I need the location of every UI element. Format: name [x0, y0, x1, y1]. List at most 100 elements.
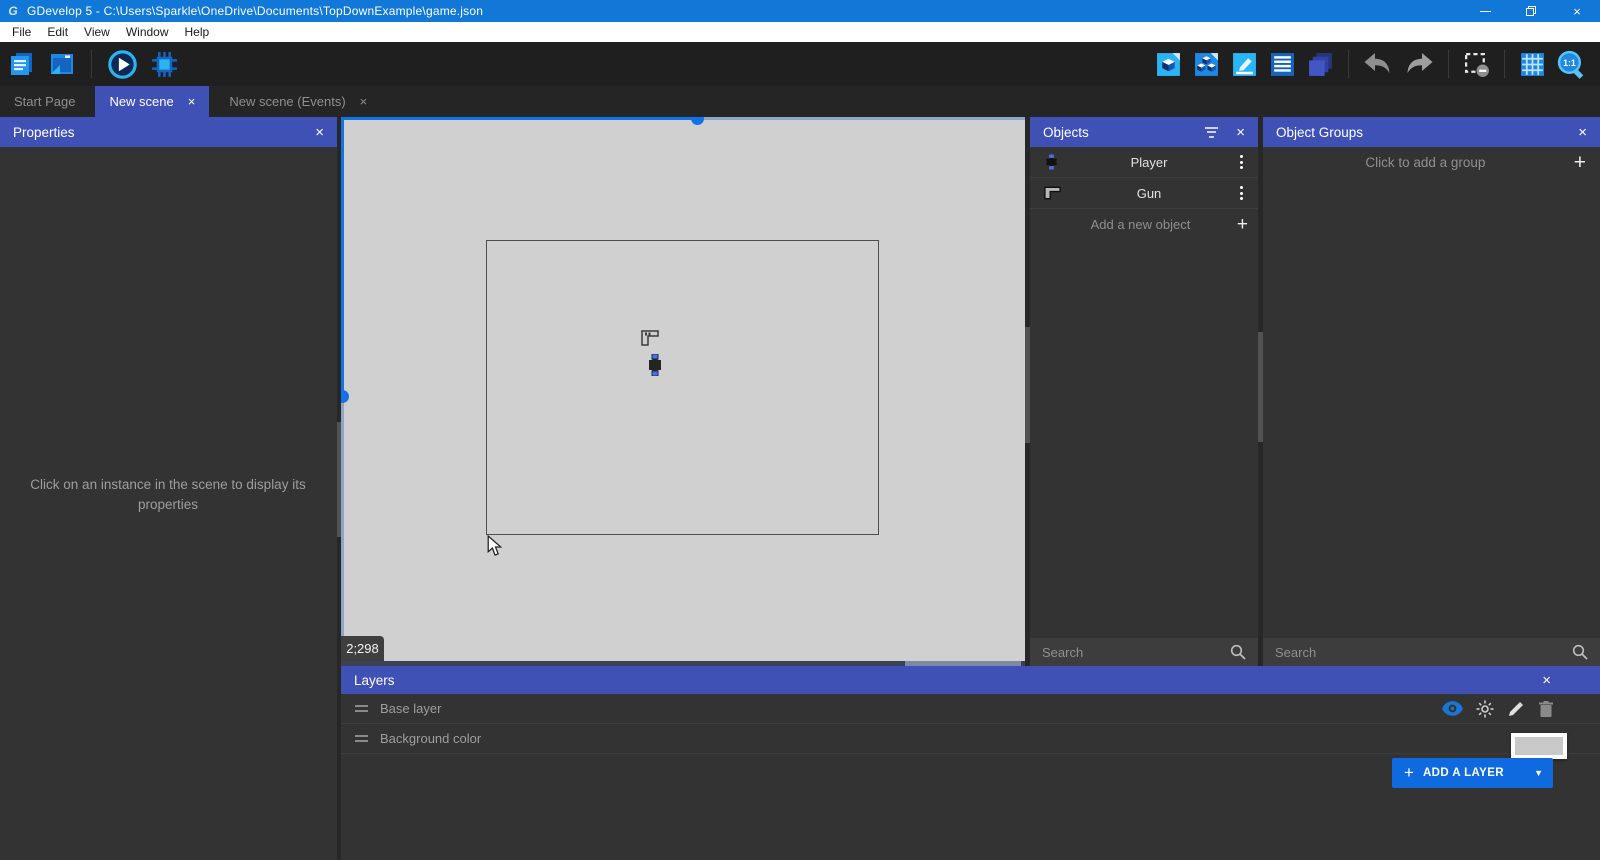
layer-name: Base layer	[380, 701, 442, 716]
minimize-button[interactable]	[1462, 0, 1508, 22]
window-title: GDevelop 5 - C:\Users\Sparkle\OneDrive\D…	[27, 4, 484, 18]
tab-bar: Start Page New scene × New scene (Events…	[0, 86, 1600, 117]
zoom-1-1-icon[interactable]: 1:1	[1557, 50, 1586, 79]
gdevelop-window: G GDevelop 5 - C:\Users\Sparkle\OneDrive…	[0, 0, 1600, 860]
layer-row-base[interactable]: Base layer	[341, 694, 1600, 724]
add-group-row[interactable]: Click to add a group +	[1263, 147, 1600, 178]
layers-panel: Layers × Base layer Background color + A…	[341, 666, 1600, 860]
deselect-instances-icon[interactable]	[1463, 51, 1490, 78]
object-name: Gun	[1136, 185, 1162, 201]
properties-panel-title: Properties	[13, 124, 75, 140]
drag-handle-icon[interactable]	[355, 705, 368, 712]
canvas-scroll-handle-top[interactable]	[691, 117, 704, 125]
layer-effects-icon[interactable]	[1476, 700, 1494, 718]
svg-text:1:1: 1:1	[1563, 57, 1576, 67]
tab-label: New scene (Events)	[229, 94, 346, 109]
menu-help[interactable]: Help	[177, 22, 218, 42]
restore-button[interactable]	[1508, 0, 1554, 22]
close-button[interactable]: ×	[1554, 0, 1600, 22]
properties-icon[interactable]	[1231, 51, 1258, 78]
instances-list-icon[interactable]	[1269, 51, 1296, 78]
toolbar-right-group: 1:1	[1155, 50, 1600, 79]
caret-down-icon[interactable]: ▼	[1534, 768, 1543, 778]
object-name: Player	[1130, 154, 1168, 170]
add-object-label: Add a new object	[1090, 217, 1191, 232]
layer-delete-icon[interactable]	[1538, 700, 1554, 718]
preview-icon[interactable]	[107, 49, 138, 80]
tab-label: Start Page	[14, 94, 76, 109]
objects-editor-icon[interactable]	[1155, 51, 1182, 78]
toolbar-separator	[1348, 50, 1349, 78]
canvas-scroll-line-left-rest	[341, 396, 344, 666]
toolbar: 1:1	[0, 42, 1600, 86]
toolbar-separator	[1448, 50, 1449, 78]
menu-window[interactable]: Window	[118, 22, 177, 42]
redo-icon[interactable]	[1404, 52, 1434, 77]
project-manager-icon[interactable]	[8, 50, 36, 78]
layers-panel-header: Layers ×	[341, 666, 1600, 694]
more-options-icon[interactable]	[1234, 155, 1248, 169]
object-row-player[interactable]: Player	[1030, 147, 1258, 178]
add-layer-button[interactable]: + ADD A LAYER ▼	[1392, 758, 1553, 788]
menu-file[interactable]: File	[4, 22, 39, 42]
gun-instance[interactable]	[641, 330, 659, 351]
canvas-scroll-line-top-rest	[697, 117, 1025, 120]
drag-handle-icon[interactable]	[355, 735, 368, 742]
more-options-icon[interactable]	[1234, 186, 1248, 200]
add-new-object-row[interactable]: Add a new object +	[1030, 209, 1258, 240]
player-instance[interactable]	[647, 353, 663, 381]
properties-panel-header: Properties ×	[0, 117, 337, 147]
search-icon	[1230, 644, 1246, 660]
object-groups-panel-header: Object Groups ×	[1263, 117, 1600, 147]
background-color-swatch[interactable]	[1511, 733, 1567, 759]
layers-toolbar-icon[interactable]	[1307, 51, 1334, 78]
filter-icon[interactable]	[1205, 126, 1219, 138]
object-groups-search-input[interactable]	[1275, 644, 1572, 660]
tab-new-scene[interactable]: New scene ×	[95, 86, 210, 117]
plus-icon: +	[1573, 151, 1586, 174]
toolbar-separator	[1504, 50, 1505, 78]
tab-close-icon[interactable]: ×	[360, 94, 368, 109]
tab-new-scene-events[interactable]: New scene (Events) ×	[215, 86, 381, 117]
objects-close-icon[interactable]: ×	[1236, 125, 1245, 140]
debug-icon[interactable]	[150, 50, 179, 79]
cursor-coordinates-badge: 2;298	[341, 636, 384, 661]
layer-actions	[1442, 700, 1600, 718]
tab-start-page[interactable]: Start Page	[0, 86, 89, 117]
menu-view[interactable]: View	[76, 22, 118, 42]
title-bar: G GDevelop 5 - C:\Users\Sparkle\OneDrive…	[0, 0, 1600, 22]
canvas-scroll-handle-left[interactable]	[341, 390, 349, 403]
properties-panel: Properties × Click on an instance in the…	[0, 117, 337, 860]
visibility-eye-icon[interactable]	[1442, 701, 1463, 716]
object-groups-search-bar	[1263, 638, 1600, 666]
objects-panel: Objects × Player Gun Add a new object +	[1030, 117, 1258, 666]
close-icon: ×	[1573, 3, 1581, 19]
objects-panel-title: Objects	[1043, 124, 1089, 140]
menu-edit[interactable]: Edit	[39, 22, 76, 42]
plus-icon: +	[1236, 214, 1248, 235]
object-groups-close-icon[interactable]: ×	[1578, 125, 1587, 140]
start-page-icon[interactable]	[48, 50, 76, 78]
player-object-icon	[1044, 154, 1064, 170]
object-groups-icon[interactable]	[1193, 51, 1220, 78]
minimize-icon	[1479, 10, 1491, 12]
tab-label: New scene	[109, 94, 174, 109]
plus-icon: +	[1404, 763, 1414, 782]
gun-object-icon	[1044, 186, 1064, 200]
gdevelop-logo-icon: G	[8, 4, 18, 18]
scene-canvas[interactable]: 2;298	[341, 117, 1025, 666]
objects-search-bar	[1030, 638, 1258, 666]
layers-panel-title: Layers	[354, 672, 395, 688]
layers-close-icon[interactable]: ×	[1542, 673, 1551, 688]
object-groups-panel: Object Groups × Click to add a group +	[1263, 117, 1600, 666]
grid-icon[interactable]	[1519, 51, 1546, 78]
object-row-gun[interactable]: Gun	[1030, 178, 1258, 209]
tab-close-icon[interactable]: ×	[188, 94, 196, 109]
mouse-cursor	[487, 534, 503, 562]
layer-row-background-color[interactable]: Background color	[341, 724, 1600, 754]
undo-icon[interactable]	[1363, 52, 1393, 77]
properties-close-icon[interactable]: ×	[315, 125, 324, 140]
layer-edit-icon[interactable]	[1507, 700, 1525, 718]
objects-search-input[interactable]	[1042, 644, 1230, 660]
canvas-scroll-line-left	[341, 117, 344, 396]
